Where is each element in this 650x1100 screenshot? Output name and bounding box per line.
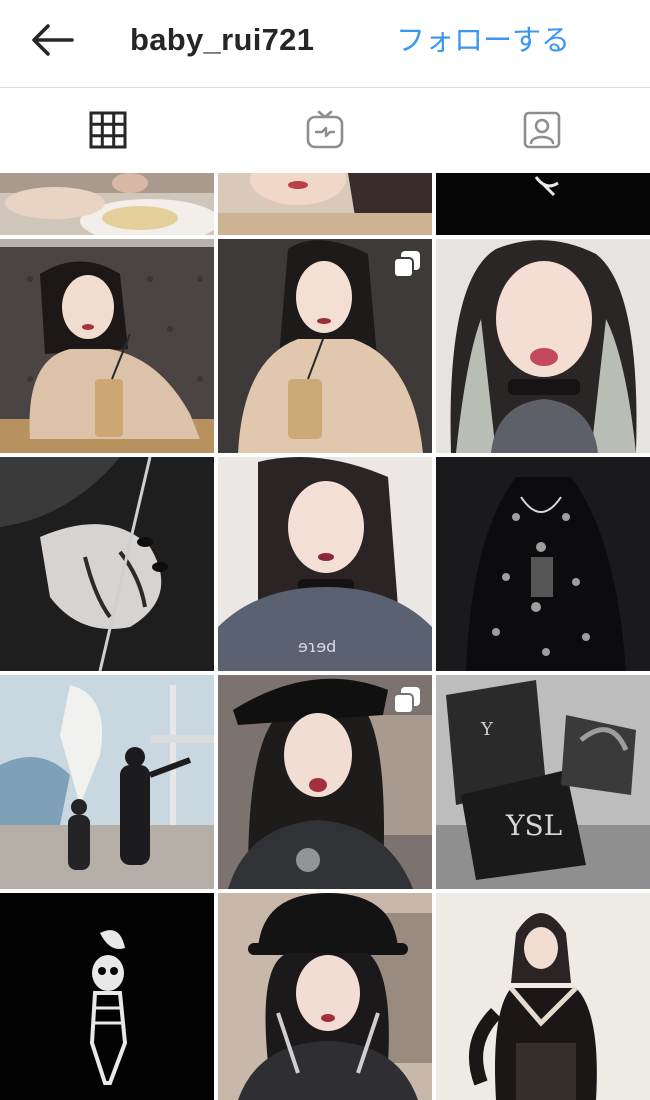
post-thumbnail[interactable]	[0, 675, 214, 889]
posts-grid: ɘɿɘd YSL Y	[0, 173, 650, 1100]
post-thumbnail[interactable]	[0, 173, 214, 235]
post-thumbnail[interactable]	[0, 457, 214, 671]
svg-text:Y: Y	[480, 719, 494, 740]
post-thumbnail[interactable]	[218, 893, 432, 1100]
svg-text:YSL: YSL	[505, 809, 562, 842]
post-thumbnail[interactable]	[218, 239, 432, 453]
tagged-person-icon	[523, 111, 560, 149]
tab-grid[interactable]	[0, 89, 217, 171]
post-thumbnail[interactable]	[218, 173, 432, 235]
post-photo: ɘɿɘd	[218, 457, 432, 671]
grid-icon	[89, 111, 127, 149]
post-thumbnail[interactable]	[218, 675, 432, 889]
post-photo	[0, 675, 214, 889]
post-photo	[0, 239, 214, 453]
post-thumbnail[interactable]	[436, 457, 650, 671]
profile-username: baby_rui721	[130, 22, 315, 57]
post-photo	[436, 173, 650, 235]
post-photo	[218, 893, 432, 1100]
post-thumbnail[interactable]	[436, 239, 650, 453]
follow-button[interactable]: フォローする	[396, 20, 570, 60]
post-thumbnail[interactable]	[0, 893, 214, 1100]
svg-text:ɘɿɘd: ɘɿɘd	[298, 637, 336, 656]
post-thumbnail[interactable]	[0, 239, 214, 453]
post-thumbnail[interactable]: YSL Y	[436, 675, 650, 889]
post-photo	[0, 457, 214, 671]
profile-tabs	[0, 89, 650, 171]
profile-header: baby_rui721 フォローする	[0, 0, 650, 88]
back-button[interactable]	[28, 20, 76, 60]
tab-tagged[interactable]	[433, 89, 650, 171]
tab-igtv[interactable]	[217, 89, 434, 171]
multiple-photos-icon	[393, 687, 420, 714]
igtv-icon	[306, 110, 344, 149]
post-photo	[218, 173, 432, 235]
post-thumbnail[interactable]	[436, 893, 650, 1100]
post-photo	[436, 457, 650, 671]
post-photo: YSL Y	[436, 675, 650, 889]
back-arrow-icon	[32, 24, 74, 56]
post-thumbnail[interactable]	[436, 173, 650, 235]
multiple-photos-icon	[393, 251, 420, 278]
post-photo	[0, 893, 214, 1100]
post-photo	[0, 173, 214, 235]
post-photo	[436, 893, 650, 1100]
post-photo	[436, 239, 650, 453]
post-thumbnail[interactable]: ɘɿɘd	[218, 457, 432, 671]
